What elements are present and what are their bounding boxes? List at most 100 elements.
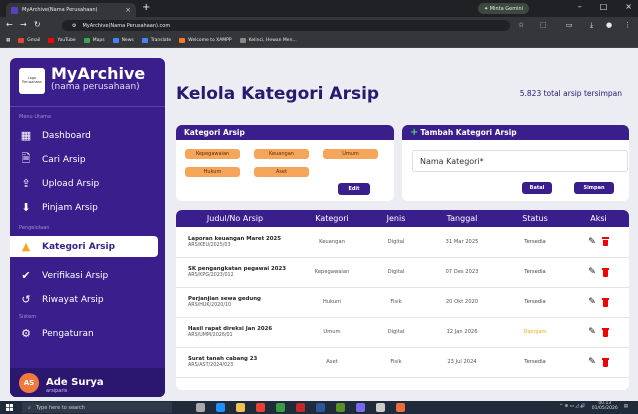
archive-code: ARS/KEU/2025/03: [188, 242, 231, 248]
bookmark-news[interactable]: News: [112, 38, 134, 43]
dashboard-icon: ▦: [20, 129, 32, 142]
user-name: Ade Surya: [46, 377, 104, 388]
archive-title: Laporan keuangan Maret 2025: [188, 235, 282, 242]
col-header-date: Tanggal: [446, 214, 478, 223]
col-header-title: Judul/No Arsip: [206, 214, 264, 223]
archive-category: Hukum: [322, 299, 342, 305]
search-document-icon: 🗎: [21, 152, 31, 165]
table-row: Surat tanah cabang 23 ARS/AST/2024/023 As…: [176, 347, 629, 377]
save-button[interactable]: Simpan: [574, 182, 614, 194]
archive-category: Umum: [323, 329, 341, 335]
app-icon[interactable]: [296, 403, 305, 412]
verify-check-icon: ✔: [21, 269, 31, 282]
archive-title: Perjanjian sewa gedung: [188, 296, 261, 302]
edge-icon[interactable]: [216, 403, 225, 412]
bookmark-xampp[interactable]: Welcome to XAMPP: [179, 38, 232, 43]
bookmark-kelinci[interactable]: Kelinci, Hewan Men...: [239, 38, 297, 43]
minimize-icon[interactable]: –: [578, 2, 582, 11]
archive-category: Aset: [326, 359, 338, 365]
delete-icon[interactable]: [601, 267, 609, 277]
sidebar-item-riwayat-arsip[interactable]: ↺ Riwayat Arsip: [10, 289, 165, 310]
sidebar-item-label: Riwayat Arsip: [42, 294, 104, 305]
download-icon[interactable]: ⤓: [590, 21, 593, 30]
word-icon[interactable]: [316, 403, 325, 412]
settings-icon[interactable]: [376, 403, 385, 412]
delete-icon[interactable]: [601, 297, 609, 307]
category-chip[interactable]: Kepegawaian: [185, 149, 240, 159]
extensions-icon[interactable]: ⬚: [540, 21, 547, 29]
category-name-input[interactable]: Nama Kategori*: [412, 150, 628, 172]
archive-date: 07 Des 2023: [445, 269, 479, 275]
apps-icon[interactable]: ▦: [6, 38, 10, 43]
tray-icons[interactable]: ^ ⊕ ▭ ◿ 🔊: [559, 404, 586, 409]
site-info-icon[interactable]: ⚙: [72, 23, 76, 29]
bookmark-star-icon[interactable]: ☆: [518, 21, 524, 29]
close-window-icon[interactable]: ×: [625, 2, 632, 11]
sidebar-item-cari-arsip[interactable]: 🗎 Cari Arsip: [10, 149, 165, 170]
bookmark-maps[interactable]: Maps: [83, 38, 105, 43]
archive-date: 20 Okt 2020: [445, 299, 479, 305]
sidebar-item-label: Upload Arsip: [42, 178, 100, 189]
reload-icon[interactable]: ↻: [34, 20, 41, 29]
sidebar-item-upload-arsip[interactable]: ⇪ Upload Arsip: [10, 173, 165, 194]
windows-start-icon[interactable]: [6, 404, 13, 411]
bookmark-youtube[interactable]: YouTube: [48, 38, 76, 43]
sidepanel-icon[interactable]: ▭: [566, 21, 573, 29]
archive-table-card: Judul/No Arsip Kategori Jenis Tanggal St…: [176, 210, 629, 390]
edit-icon[interactable]: ✎: [588, 327, 596, 337]
edit-button[interactable]: Edit: [338, 183, 370, 195]
tab-favicon-icon: [11, 6, 18, 14]
url-field[interactable]: ⚙ MyArchive(Nama Perusahaan).com: [62, 20, 510, 31]
sidebar: Logo Perusahaan MyArchive (nama perusaha…: [10, 58, 165, 397]
forward-icon[interactable]: →: [20, 20, 27, 29]
edit-icon[interactable]: ✎: [588, 267, 596, 277]
add-category-card-head: + Tambah Kategori Arsip: [402, 125, 629, 140]
taskbar-search[interactable]: ⌕ Type here to search: [22, 402, 172, 413]
sidebar-item-pinjam-arsip[interactable]: ⬇ Pinjam Arsip: [10, 197, 165, 218]
edit-icon[interactable]: ✎: [588, 297, 596, 307]
sidebar-item-verifikasi-arsip[interactable]: ✔ Verifikasi Arsip: [10, 265, 165, 286]
delete-icon[interactable]: [601, 327, 609, 337]
maximize-icon[interactable]: □: [600, 2, 608, 11]
category-chip[interactable]: Keuangan: [254, 149, 309, 159]
back-icon[interactable]: ←: [6, 20, 13, 29]
archive-code: ARS/HUK/2020/10: [188, 303, 232, 308]
bookmark-translate[interactable]: Translate: [141, 38, 171, 43]
page-title: Kelola Kategori Arsip: [176, 84, 380, 104]
menu-icon[interactable]: ⋮: [624, 21, 631, 29]
tab-close-icon[interactable]: ×: [125, 6, 131, 14]
whatsapp-icon[interactable]: [276, 403, 285, 412]
gemini-button[interactable]: ✦ Minta Gemini: [478, 3, 530, 14]
app-icon[interactable]: [396, 403, 405, 412]
app-icon[interactable]: [336, 403, 345, 412]
archive-type: Digital: [387, 329, 405, 335]
sidebar-item-kategori-arsip[interactable]: ▲ Kategori Arsip: [10, 236, 158, 257]
delete-icon[interactable]: [601, 237, 609, 247]
sidebar-item-pengaturan[interactable]: ⚙ Pengaturan: [10, 323, 165, 344]
bookmark-gmail[interactable]: Gmail: [18, 38, 40, 43]
app-icon[interactable]: [356, 403, 365, 412]
task-view-icon[interactable]: [196, 403, 205, 412]
add-category-card: + Tambah Kategori Arsip Nama Kategori* B…: [402, 125, 629, 201]
archive-status: Tersedia: [524, 299, 546, 305]
cancel-button[interactable]: Batal: [522, 182, 552, 194]
user-profile[interactable]: AS Ade Surya arsiparis: [10, 368, 165, 397]
edit-icon[interactable]: ✎: [588, 237, 596, 247]
profile-icon[interactable]: ●: [606, 21, 612, 29]
sidebar-item-label: Cari Arsip: [42, 154, 86, 165]
new-tab-icon[interactable]: +: [142, 2, 150, 13]
edit-icon[interactable]: ✎: [588, 357, 596, 367]
category-chip[interactable]: Hukum: [185, 167, 240, 177]
notification-icon[interactable]: ▤: [624, 404, 628, 409]
browser-tab[interactable]: MyArchive(Nama Perusahaan) ×: [6, 3, 136, 17]
category-chip[interactable]: Umum: [323, 149, 378, 159]
sidebar-item-dashboard[interactable]: ▦ Dashboard: [10, 125, 165, 146]
app-page: Logo Perusahaan MyArchive (nama perusaha…: [0, 48, 638, 401]
chrome-icon[interactable]: [256, 403, 265, 412]
brand-subtitle: (nama perusahaan): [51, 82, 140, 92]
delete-icon[interactable]: [601, 357, 609, 367]
file-explorer-icon[interactable]: [236, 403, 245, 412]
archive-code: ARS/AST/2024/023: [188, 363, 234, 368]
archive-status: Dipinjam: [523, 329, 547, 335]
category-chip[interactable]: Aset: [254, 167, 309, 177]
